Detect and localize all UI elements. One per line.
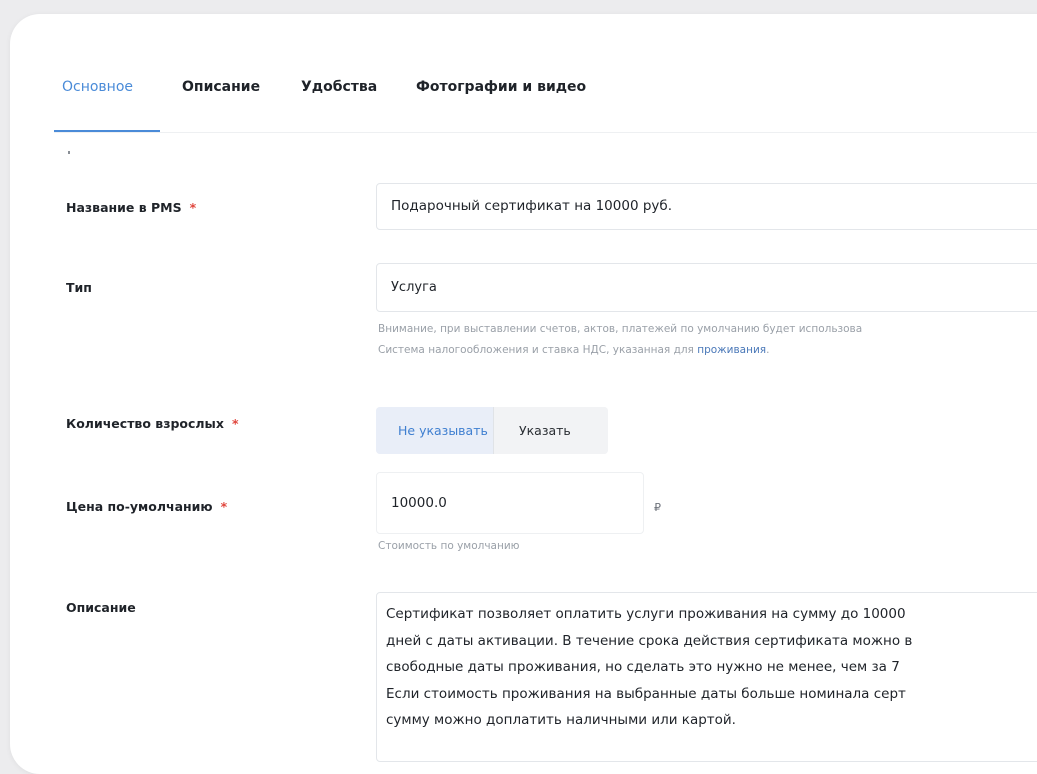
required-mark: *	[220, 499, 228, 514]
active-tab-indicator	[54, 130, 160, 132]
tab-photos-videos[interactable]: Фотографии и видео	[416, 79, 586, 95]
adults-label-text: Количество взрослых	[66, 416, 224, 431]
required-mark: *	[231, 416, 239, 431]
adults-option-unspecified[interactable]: Не указывать	[376, 407, 493, 454]
type-select[interactable]: Услуга	[376, 263, 1037, 312]
price-label: Цена по-умолчанию *	[66, 499, 227, 514]
accommodation-link[interactable]: проживания	[697, 344, 766, 356]
description-line: дней с даты активации. В течение срока д…	[386, 632, 913, 649]
description-line: свободные даты проживания, но сделать эт…	[386, 659, 900, 675]
adults-option-specify[interactable]: Указать	[493, 407, 608, 454]
description-line: Если стоимость проживания на выбранные д…	[386, 685, 906, 702]
description-line: сумму можно доплатить наличными или карт…	[386, 712, 736, 728]
type-label: Тип	[66, 280, 92, 295]
settings-card: Основное Описание Удобства Фотографии и …	[10, 14, 1037, 774]
divider-mark	[68, 151, 70, 154]
required-mark: *	[189, 200, 197, 215]
type-hint-line2-text: Система налогообложения и ставка НДС, ук…	[378, 344, 698, 356]
tab-amenities[interactable]: Удобства	[301, 79, 377, 95]
tab-basic[interactable]: Основное	[62, 79, 133, 95]
type-hint-line2-end: .	[766, 344, 770, 356]
price-hint: Стоимость по умолчанию	[378, 540, 520, 552]
pms-name-value: Подарочный сертификат на 10000 руб.	[391, 198, 673, 214]
type-hint-line1: Внимание, при выставлении счетов, актов,…	[378, 323, 863, 335]
pms-name-input[interactable]: Подарочный сертификат на 10000 руб.	[376, 183, 1037, 230]
price-input[interactable]: 10000.0	[376, 472, 644, 534]
adults-label: Количество взрослых *	[66, 416, 238, 431]
type-hint: Внимание, при выставлении счетов, актов,…	[378, 319, 862, 361]
description-line: Сертификат позволяет оплатить услуги про…	[386, 606, 906, 622]
price-label-text: Цена по-умолчанию	[66, 499, 213, 514]
type-hint-line2: Система налогообложения и ставка НДС, ук…	[378, 340, 862, 361]
adults-toggle: Не указывать Указать	[376, 407, 608, 454]
description-label-text: Описание	[66, 600, 136, 615]
type-label-text: Тип	[66, 280, 92, 295]
pms-name-label: Название в PMS *	[66, 200, 196, 215]
pms-name-label-text: Название в PMS	[66, 200, 182, 215]
description-textarea[interactable]: Сертификат позволяет оплатить услуги про…	[376, 592, 1037, 762]
tab-description[interactable]: Описание	[182, 79, 260, 95]
type-value: Услуга	[391, 280, 437, 295]
currency-symbol: ₽	[654, 501, 661, 514]
tab-bar: Основное Описание Удобства Фотографии и …	[54, 14, 1037, 133]
price-value: 10000.0	[391, 495, 447, 511]
description-label: Описание	[66, 600, 136, 615]
